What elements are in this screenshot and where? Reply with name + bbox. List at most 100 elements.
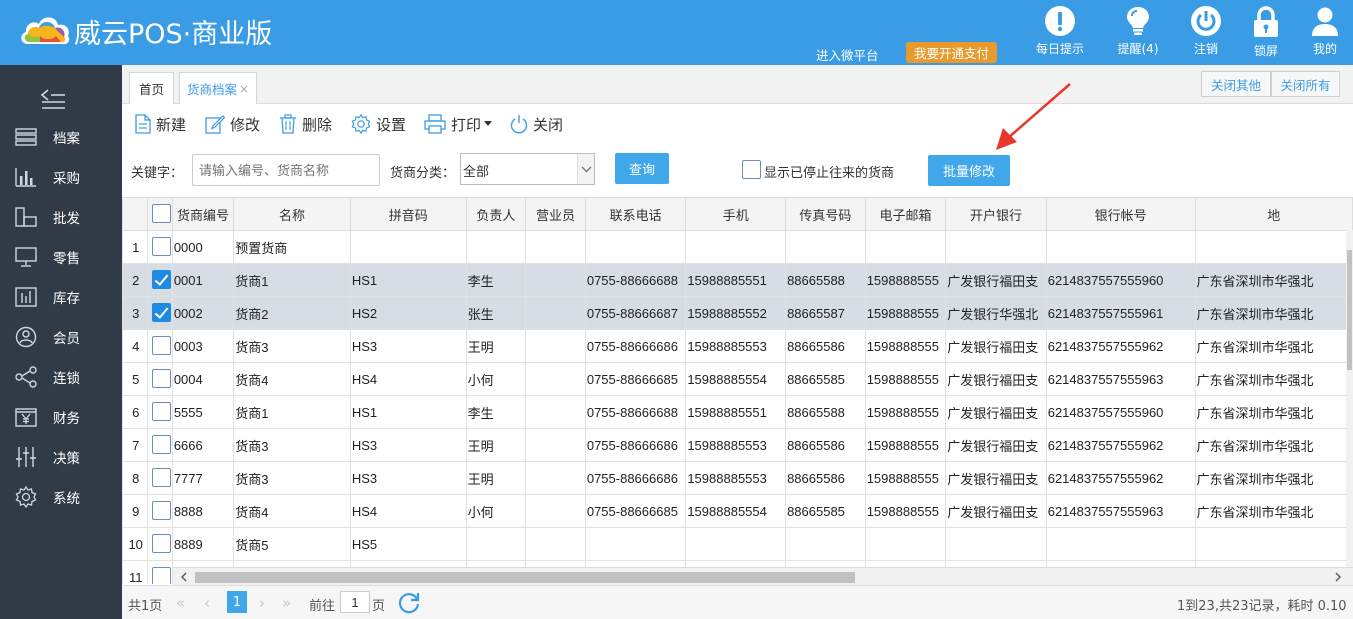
prev-page-icon[interactable]: ‹ <box>204 594 210 612</box>
table-cell: 6214837557555962 <box>1045 329 1196 363</box>
sidebar-item-stock[interactable]: 库存 <box>0 277 122 317</box>
table-cell: 李生 <box>465 395 527 429</box>
table-row[interactable]: 1 0000 预置货商 <box>122 230 1353 264</box>
refresh-icon[interactable] <box>397 590 421 614</box>
table-cell <box>525 494 586 528</box>
close-tab-icon[interactable]: × <box>239 82 249 96</box>
row-checkbox[interactable] <box>152 270 172 289</box>
row-checkbox[interactable] <box>152 336 172 355</box>
reminder-button[interactable]: 提醒(4) <box>1108 6 1168 64</box>
vertical-scrollbar[interactable] <box>1346 230 1353 567</box>
col-header[interactable]: 开户银行 <box>945 197 1047 231</box>
table-cell <box>525 395 586 429</box>
collapse-menu-icon[interactable] <box>40 87 66 111</box>
sidebar-item-chain[interactable]: 连锁 <box>0 357 122 397</box>
col-header[interactable]: 联系电话 <box>584 197 687 231</box>
query-button[interactable]: 查询 <box>615 153 669 184</box>
col-header[interactable]: 货商编号 <box>171 197 235 231</box>
table-row[interactable]: 7 6666 货商3 HS3 王明 0755-88666686 15988885553 886… <box>122 428 1353 462</box>
enable-payment-button[interactable]: 我要开通支付 <box>906 42 997 63</box>
vertical-scroll-thumb[interactable] <box>1347 250 1352 370</box>
close-others-button[interactable]: 关闭其他 <box>1201 71 1271 97</box>
table-row[interactable]: 4 0003 货商3 HS3 王明 0755-88666686 15988885553 886… <box>122 329 1353 363</box>
table-row[interactable]: 10 8889 货商5 HS5 <box>122 527 1353 561</box>
col-header[interactable]: 银行帐号 <box>1045 197 1196 231</box>
col-header[interactable]: 传真号码 <box>785 197 866 231</box>
table-cell: 15988885553 <box>685 329 787 363</box>
row-checkbox[interactable] <box>152 402 172 421</box>
new-button[interactable]: 新建 <box>135 113 186 135</box>
row-checkbox[interactable] <box>152 435 172 454</box>
horizontal-scrollbar[interactable] <box>173 567 1353 585</box>
row-checkbox[interactable] <box>152 468 172 487</box>
table-row[interactable]: 3 0002 货商2 HS2 张生 0755-88666687 15988885552 886… <box>122 296 1353 330</box>
delete-button[interactable]: 删除 <box>279 113 332 135</box>
sidebar-item-system[interactable]: 系统 <box>0 477 122 517</box>
lock-screen-button[interactable]: 锁屏 <box>1236 6 1296 64</box>
table-cell: 88665586 <box>785 461 866 495</box>
row-checkbox[interactable] <box>152 534 172 553</box>
table-cell <box>1045 230 1196 264</box>
row-checkbox[interactable] <box>152 369 172 388</box>
col-header[interactable]: 负责人 <box>465 197 527 231</box>
table-row[interactable]: 6 5555 货商1 HS1 李生 0755-88666688 15988885551 886… <box>122 395 1353 429</box>
col-header[interactable]: 拼音码 <box>349 197 467 231</box>
table-row[interactable]: 5 0004 货商4 HS4 小何 0755-88666685 15988885554 886… <box>122 362 1353 396</box>
micro-platform-link[interactable]: 进入微平台 <box>816 45 879 64</box>
daily-tips-button[interactable]: 每日提示 <box>1030 6 1090 64</box>
logout-button[interactable]: 注销 <box>1176 6 1236 64</box>
col-header[interactable]: 电子邮箱 <box>864 197 947 231</box>
sidebar-label: 批发 <box>53 211 80 227</box>
current-page[interactable]: 1 <box>227 591 247 613</box>
table-cell: 1598888555 <box>864 428 947 462</box>
row-number: 6 <box>122 395 149 429</box>
reminder-label: 提醒(4) <box>1117 42 1159 56</box>
first-page-icon[interactable]: « <box>176 594 185 612</box>
tab-supplier-archive[interactable]: 货商档案 × <box>179 72 257 104</box>
delete-label: 删除 <box>302 115 333 134</box>
scroll-right-icon[interactable] <box>1331 570 1345 584</box>
row-checkbox[interactable] <box>152 567 172 584</box>
sidebar-item-finance[interactable]: 财务 <box>0 397 122 437</box>
print-button[interactable]: 打印 <box>424 113 497 135</box>
horizontal-scroll-thumb[interactable] <box>195 572 855 583</box>
table-cell: 张生 <box>465 296 527 330</box>
row-checkbox[interactable] <box>152 237 172 256</box>
row-checkbox[interactable] <box>152 501 172 520</box>
col-header[interactable]: 名称 <box>233 197 351 231</box>
sidebar-item-retail[interactable]: 零售 <box>0 237 122 277</box>
sidebar-item-archive[interactable]: 档案 <box>0 117 122 157</box>
tab-home[interactable]: 首页 <box>129 72 174 104</box>
share-icon <box>15 366 37 388</box>
category-select[interactable]: 全部 <box>460 153 595 185</box>
scroll-left-icon[interactable] <box>177 570 191 584</box>
col-header[interactable]: 手机 <box>685 197 787 231</box>
col-header[interactable]: 营业员 <box>525 197 586 231</box>
close-button[interactable]: 关闭 <box>510 113 563 135</box>
table-row[interactable]: 2 0001 货商1 HS1 李生 0755-88666688 15988885551 886… <box>122 263 1353 297</box>
row-select-cell <box>147 263 173 297</box>
row-select-cell <box>147 428 173 462</box>
last-page-icon[interactable]: » <box>282 594 291 612</box>
goto-page-input[interactable] <box>340 591 370 613</box>
show-stopped-checkbox[interactable] <box>742 160 761 179</box>
my-account-button[interactable]: 我的 <box>1295 6 1353 64</box>
row-checkbox[interactable] <box>152 303 172 322</box>
col-header[interactable]: 地 <box>1194 197 1353 231</box>
edit-button[interactable]: 修改 <box>205 113 260 135</box>
table-row[interactable]: 8 7777 货商3 HS3 王明 0755-88666686 15988885553 886… <box>122 461 1353 495</box>
settings-button[interactable]: 设置 <box>351 113 406 135</box>
batch-edit-button[interactable]: 批量修改 <box>928 155 1010 186</box>
table-row[interactable]: 9 8888 货商4 HS4 小何 0755-88666685 15988885554 886… <box>122 494 1353 528</box>
close-all-button[interactable]: 关闭所有 <box>1271 71 1340 97</box>
sidebar-item-purchase[interactable]: 采购 <box>0 157 122 197</box>
table-cell: 1598888555 <box>864 461 947 495</box>
table-cell: 88665586 <box>785 428 866 462</box>
sidebar-item-decision[interactable]: 决策 <box>0 437 122 477</box>
sidebar-item-member[interactable]: 会员 <box>0 317 122 357</box>
select-all-checkbox[interactable] <box>152 204 172 223</box>
keyword-input[interactable] <box>192 154 380 186</box>
next-page-icon[interactable]: › <box>259 594 265 612</box>
row-number: 10 <box>122 527 149 561</box>
sidebar-item-wholesale[interactable]: 批发 <box>0 197 122 237</box>
